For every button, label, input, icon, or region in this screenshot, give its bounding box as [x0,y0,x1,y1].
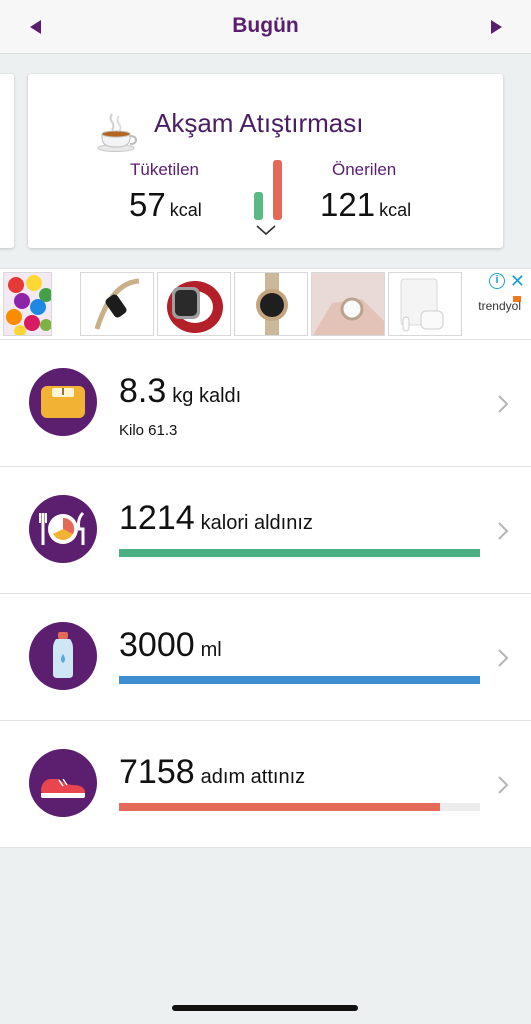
chevron-right-icon[interactable] [497,394,509,414]
calories-progress-fill [119,549,480,557]
chevron-right-icon[interactable] [497,521,509,541]
previous-meal-card[interactable] [0,74,14,248]
weight-row[interactable]: 8.3 kg kaldı Kilo 61.3 [0,340,531,467]
steps-label: adım attınız [200,766,306,788]
weight-remaining-label: kg kaldı [172,385,242,407]
calories-label: kalori aldınız [200,512,313,534]
ad-product-smartwatch[interactable] [157,272,231,336]
chevron-down-icon[interactable] [255,224,277,236]
steps-row[interactable]: 7158 adım attınız [0,721,531,848]
meal-carousel[interactable]: Akşam Atıştırması Tüketilen 57 kcal Öneri… [0,54,531,268]
tea-cup-icon [97,113,138,152]
water-bottle-icon [53,632,73,678]
ad-product-gold-watch[interactable] [234,272,308,336]
weight-remaining-number: 8.3 [119,372,167,410]
ad-product-candy[interactable] [3,272,52,336]
recommended-number: 121 [320,186,376,223]
recommended-bar [273,160,282,220]
calories-value: 1214 kalori aldınız [119,499,313,538]
date-header: Bugün [0,0,531,54]
sneaker-icon [41,778,85,798]
chevron-right-icon[interactable] [497,775,509,795]
plate-icon [39,511,85,545]
ad-product-lifestyle-watch[interactable] [311,272,385,336]
ad-info-icon[interactable]: i [489,273,505,289]
ad-product-bracelet-watch[interactable] [80,272,154,336]
ad-brand-label: trendyol [478,299,521,313]
steps-progress-fill [119,803,441,811]
meal-card[interactable]: Akşam Atıştırması Tüketilen 57 kcal Öneri… [28,74,503,248]
date-title: Bugün [232,14,299,37]
weight-icon-badge [29,368,97,436]
ad-banner[interactable]: i ✕ trendyol [0,268,531,340]
water-progress-fill [119,676,480,684]
consumed-label: Tüketilen [130,160,199,179]
consumed-bar [254,192,263,220]
water-icon-badge [29,622,97,690]
calories-row[interactable]: 1214 kalori aldınız [0,467,531,594]
recommended-label: Önerilen [332,160,397,179]
recommended-unit: kcal [379,200,412,220]
home-indicator[interactable] [172,1005,358,1011]
next-day-button[interactable] [483,14,509,40]
water-progress-track [119,676,480,684]
daily-stats-list: 8.3 kg kaldı Kilo 61.3 1214 kalori aldınız [0,340,531,848]
consumed-unit: kcal [169,200,202,220]
steps-progress-track [119,803,480,811]
steps-number: 7158 [119,753,195,791]
meal-title: Akşam Atıştırması [154,108,364,138]
calories-progress-track [119,549,480,557]
water-row[interactable]: 3000 ml [0,594,531,721]
scale-icon [41,386,85,418]
water-value: 3000 ml [119,626,222,665]
consumed-value: 57 kcal [129,186,202,224]
water-number: 3000 [119,626,195,664]
calories-number: 1214 [119,499,195,537]
recommended-value: 121 kcal [320,186,411,224]
steps-icon-badge [29,749,97,817]
ad-close-icon[interactable]: ✕ [510,271,525,292]
chevron-right-icon[interactable] [497,648,509,668]
consumed-number: 57 [129,186,166,223]
steps-value: 7158 adım attınız [119,753,305,792]
calorie-comparison-bars [252,160,284,220]
current-weight: Kilo 61.3 [119,422,178,439]
calories-icon-badge [29,495,97,563]
ad-product-earbuds[interactable] [388,272,462,336]
water-unit: ml [200,639,222,661]
weight-value: 8.3 kg kaldı [119,372,241,411]
arrow-right-icon [490,20,502,34]
